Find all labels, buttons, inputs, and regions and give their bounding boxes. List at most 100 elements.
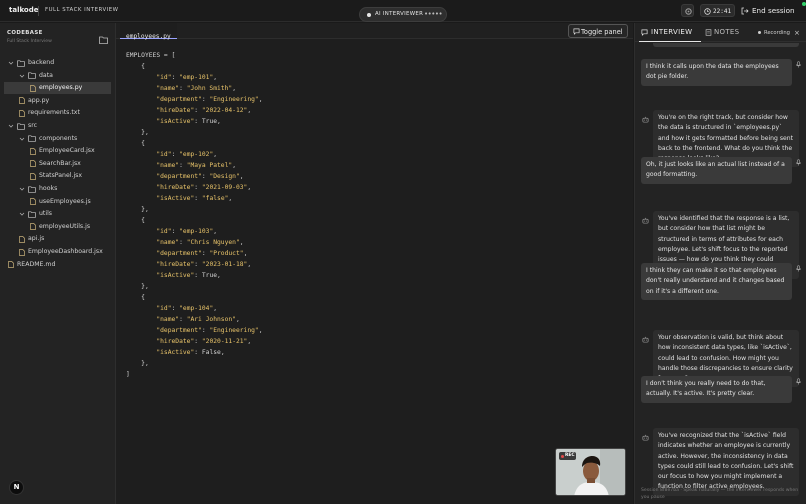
tree-item-label: StatsPanel.jsx [39, 172, 83, 180]
settings-button[interactable] [681, 4, 694, 17]
code-line: "id": "emp-103", [156, 228, 218, 235]
code-line: "isActive": "false", [156, 195, 233, 202]
tree-item-hooks[interactable]: hooks [0, 183, 115, 195]
code-line: "hireDate": "2021-09-03", [156, 184, 252, 191]
tree-item-data[interactable]: data [0, 70, 115, 82]
code-line: }, [126, 206, 149, 213]
end-session-label: End session [752, 6, 795, 15]
code-line: "isActive": False, [156, 349, 225, 356]
tree-item-label: employeeUtils.js [39, 222, 91, 230]
chevron-down-icon [19, 74, 25, 78]
candidate-video: REC [555, 448, 626, 496]
code-line: "department": "Engineering", [156, 96, 263, 103]
microphone-icon [796, 159, 801, 166]
microphone-icon [796, 265, 801, 272]
top-bar: talkode FULL STACK INTERVIEW AI INTERVIE… [0, 0, 806, 22]
tab-notes[interactable]: NOTES [705, 23, 747, 42]
file-icon [19, 97, 25, 105]
clock-icon [704, 7, 711, 15]
folder-icon [28, 72, 36, 79]
folder-icon [28, 135, 36, 142]
candidate-message: I don't think you really need to do that… [641, 376, 792, 403]
chevron-down-icon [19, 212, 25, 216]
tree-item-backend[interactable]: backend [0, 57, 115, 69]
file-icon [30, 223, 36, 231]
toggle-panel-label: Toggle panel [581, 27, 623, 36]
code-line: { [126, 140, 145, 147]
chevron-down-icon [8, 61, 14, 65]
recording-label: Recording [764, 29, 790, 36]
file-icon [8, 261, 14, 268]
tree-item-app-py[interactable]: app.py [0, 95, 115, 107]
tree-item-employees-py[interactable]: employees.py [4, 82, 111, 95]
tree-item-searchbar-jsx[interactable]: SearchBar.jsx [0, 158, 115, 170]
code-line: "id": "emp-101", [156, 74, 218, 81]
rec-badge: REC [559, 452, 576, 460]
chat-icon [641, 29, 648, 36]
new-folder-button[interactable] [99, 29, 108, 48]
code-content[interactable]: EMPLOYEES = [ { "id": "emp-101", "name":… [126, 50, 263, 380]
file-icon [30, 198, 36, 205]
tree-item-readme-md[interactable]: README.md [0, 259, 115, 271]
bot-icon [642, 336, 649, 343]
tree-item-src[interactable]: src [0, 120, 115, 132]
previous-message-edge [653, 43, 799, 47]
folder-icon [17, 122, 25, 130]
chevron-down-icon [8, 124, 14, 128]
microphone-icon [796, 378, 801, 385]
code-line: "hireDate": "2020-11-21", [156, 338, 252, 345]
chat-icon [573, 28, 580, 35]
tree-item-requirements-txt[interactable]: requirements.txt [0, 107, 115, 119]
tree-item-label: data [39, 71, 53, 79]
file-icon [30, 160, 36, 168]
status-dot [367, 13, 371, 17]
tree-item-label: utils [39, 210, 53, 218]
tab-employees-py[interactable]: employees.py [120, 23, 177, 40]
tree-item-label: README.md [17, 260, 56, 268]
tree-item-label: EmployeeCard.jsx [39, 147, 95, 155]
tree-item-label: components [39, 134, 78, 142]
code-line: { [126, 294, 145, 301]
code-editor: employees.py Toggle panel EMPLOYEES = [ … [116, 23, 633, 504]
tree-item-employeecard-jsx[interactable]: EmployeeCard.jsx [0, 145, 115, 157]
tree-item-components[interactable]: components [0, 133, 115, 145]
tree-item-label: SearchBar.jsx [39, 159, 81, 167]
folder-icon [28, 185, 36, 193]
user-avatar[interactable]: N [9, 480, 24, 495]
tree-item-useemployees-js[interactable]: useEmployees.js [0, 196, 115, 208]
tab-label: employees.py [126, 33, 171, 40]
code-line: { [126, 217, 145, 224]
toggle-panel-button[interactable]: Toggle panel [568, 24, 628, 38]
tree-item-statspanel-jsx[interactable]: StatsPanel.jsx [0, 170, 115, 182]
tree-item-label: employees.py [39, 84, 83, 92]
code-line: "hireDate": "2022-04-12", [156, 107, 252, 114]
candidate-message: I think they can make it so that employe… [641, 263, 792, 300]
tree-item-label: hooks [39, 185, 58, 192]
chevron-down-icon [19, 187, 25, 191]
code-line: EMPLOYEES = [ [126, 52, 176, 59]
ai-interviewer-status: AI INTERVIEWER ••••• [359, 7, 447, 22]
connection-status-dot [802, 2, 806, 6]
file-explorer-sidebar: CODEBASE Full Stack Interview backend dat… [0, 23, 116, 504]
tree-item-utils[interactable]: utils [0, 208, 115, 220]
tree-item-label: backend [28, 59, 55, 66]
tree-item-employeedashboard-jsx[interactable]: EmployeeDashboard.jsx [0, 246, 115, 258]
file-icon [30, 147, 36, 155]
tab-interview[interactable]: INTERVIEW [639, 23, 701, 42]
sidebar-subtitle: Full Stack Interview [7, 39, 52, 44]
code-line: "name": "Maya Patel", [156, 162, 236, 169]
tree-item-api-js[interactable]: api.js [0, 233, 115, 245]
close-panel-button[interactable]: × [794, 29, 800, 37]
bot-icon [642, 116, 649, 123]
chevron-down-icon [19, 137, 25, 141]
code-line: "name": "Chris Nguyen", [156, 239, 244, 246]
code-line: }, [126, 360, 149, 367]
tree-item-employeeutils-js[interactable]: employeeUtils.js [0, 221, 115, 233]
code-line: "name": "Ari Johnson", [156, 316, 240, 323]
rec-badge-label: REC [565, 453, 575, 458]
folder-icon [99, 36, 108, 44]
bot-icon [642, 217, 649, 224]
candidate-message: Oh, it just looks like an actual list in… [641, 157, 792, 184]
code-line: { [126, 63, 145, 70]
panel-footer: Session 8f8e7ba · Speak naturally — the … [641, 488, 799, 500]
